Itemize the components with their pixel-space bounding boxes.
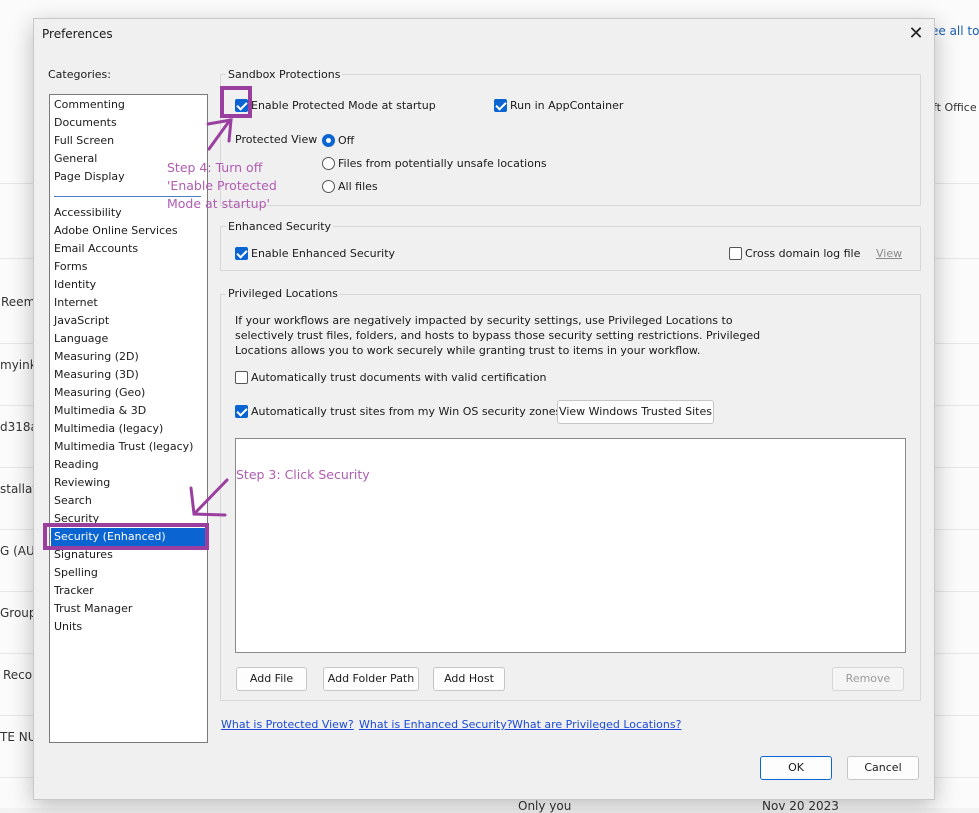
what-is-enhanced-security-link[interactable]: What is Enhanced Security? bbox=[359, 718, 513, 731]
category-item[interactable]: Accessibility bbox=[54, 204, 122, 222]
what-is-protected-view-link[interactable]: What is Protected View? bbox=[221, 718, 354, 731]
dialog-title: Preferences bbox=[42, 27, 113, 41]
ok-button[interactable]: OK bbox=[760, 756, 832, 780]
category-item[interactable]: Reviewing bbox=[54, 474, 110, 492]
enable-enhanced-security-label[interactable]: Enable Enhanced Security bbox=[251, 247, 395, 260]
step4-annotation-line: Step 4: Turn off bbox=[167, 160, 263, 175]
cross-domain-log-checkbox[interactable] bbox=[729, 247, 742, 260]
bg-text: Nov 20 2023 bbox=[762, 799, 839, 813]
bg-see-all-link[interactable]: ee all to bbox=[931, 24, 979, 38]
category-item[interactable]: Units bbox=[54, 618, 82, 636]
step4-annotation-line: 'Enable Protected bbox=[167, 178, 277, 193]
remove-button[interactable]: Remove bbox=[832, 667, 904, 691]
add-host-button[interactable]: Add Host bbox=[433, 667, 505, 691]
category-item[interactable]: Commenting bbox=[54, 96, 125, 114]
auto-trust-sites-label[interactable]: Automatically trust sites from my Win OS… bbox=[251, 405, 561, 418]
category-item[interactable]: Internet bbox=[54, 294, 98, 312]
step4-annotation-line: Mode at startup' bbox=[167, 196, 270, 211]
protected-view-off-radio[interactable] bbox=[322, 134, 335, 147]
auto-trust-cert-checkbox[interactable] bbox=[235, 371, 248, 384]
protected-view-off-label[interactable]: Off bbox=[338, 134, 354, 147]
category-item[interactable]: Trust Manager bbox=[54, 600, 132, 618]
category-item[interactable]: Page Display bbox=[54, 168, 125, 186]
category-item[interactable]: Adobe Online Services bbox=[54, 222, 178, 240]
bg-text: myink bbox=[0, 358, 37, 372]
protected-view-label: Protected View bbox=[235, 133, 318, 146]
enable-enhanced-security-checkbox[interactable] bbox=[235, 247, 248, 260]
what-are-privileged-locations-link[interactable]: What are Privileged Locations? bbox=[512, 718, 681, 731]
protected-view-all-radio[interactable] bbox=[322, 180, 335, 193]
category-item[interactable]: Multimedia (legacy) bbox=[54, 420, 163, 438]
privileged-locations-title: Privileged Locations bbox=[226, 287, 340, 300]
step3-highlight-box bbox=[43, 523, 209, 550]
preferences-dialog: Preferences ✕ Categories: Commenting Doc… bbox=[33, 18, 935, 800]
close-icon[interactable]: ✕ bbox=[904, 23, 928, 45]
protected-view-unsafe-radio[interactable] bbox=[322, 157, 335, 170]
add-file-button[interactable]: Add File bbox=[236, 667, 307, 691]
auto-trust-cert-label[interactable]: Automatically trust documents with valid… bbox=[251, 371, 547, 384]
view-log-link[interactable]: View bbox=[876, 247, 902, 260]
bg-text: stallat bbox=[0, 482, 38, 496]
category-item[interactable]: Identity bbox=[54, 276, 96, 294]
add-folder-path-button[interactable]: Add Folder Path bbox=[323, 667, 419, 691]
category-item[interactable]: Reading bbox=[54, 456, 99, 474]
cross-domain-log-label[interactable]: Cross domain log file bbox=[745, 247, 860, 260]
auto-trust-sites-checkbox[interactable] bbox=[235, 405, 248, 418]
category-item[interactable]: Documents bbox=[54, 114, 117, 132]
privileged-description-line: If your workflows are negatively impacte… bbox=[235, 314, 733, 327]
category-item[interactable]: General bbox=[54, 150, 97, 168]
category-item[interactable]: Spelling bbox=[54, 564, 98, 582]
protected-view-all-label[interactable]: All files bbox=[338, 180, 378, 193]
category-item[interactable]: Search bbox=[54, 492, 92, 510]
bg-text: Group bbox=[0, 606, 37, 620]
category-item[interactable]: Measuring (Geo) bbox=[54, 384, 145, 402]
category-item[interactable]: Multimedia & 3D bbox=[54, 402, 146, 420]
run-in-appcontainer-label[interactable]: Run in AppContainer bbox=[510, 99, 623, 112]
categories-label: Categories: bbox=[48, 68, 111, 81]
enhanced-security-title: Enhanced Security bbox=[226, 220, 334, 233]
category-item[interactable]: Multimedia Trust (legacy) bbox=[54, 438, 193, 456]
bg-text: Reco bbox=[3, 668, 33, 682]
category-item[interactable]: Language bbox=[54, 330, 108, 348]
privileged-description-line: selectively trust files, folders, and ho… bbox=[235, 329, 761, 342]
category-item[interactable]: Email Accounts bbox=[54, 240, 138, 258]
category-item[interactable]: Measuring (3D) bbox=[54, 366, 139, 384]
category-item[interactable]: Tracker bbox=[54, 582, 94, 600]
category-item[interactable]: Forms bbox=[54, 258, 87, 276]
category-item[interactable]: JavaScript bbox=[54, 312, 109, 330]
run-in-appcontainer-checkbox[interactable] bbox=[494, 99, 507, 112]
bg-text: G (AU bbox=[0, 544, 35, 558]
view-windows-trusted-sites-button[interactable]: View Windows Trusted Sites bbox=[557, 400, 714, 424]
cancel-button[interactable]: Cancel bbox=[847, 756, 919, 780]
step3-annotation: Step 3: Click Security bbox=[236, 467, 370, 482]
sandbox-protections-title: Sandbox Protections bbox=[226, 68, 343, 81]
protected-view-unsafe-label[interactable]: Files from potentially unsafe locations bbox=[338, 157, 547, 170]
bg-text: Only you bbox=[518, 799, 572, 813]
enable-protected-mode-label[interactable]: Enable Protected Mode at startup bbox=[251, 99, 436, 112]
step4-highlight-box bbox=[220, 86, 252, 118]
bg-text: Reem bbox=[1, 295, 36, 309]
privileged-description-line: Locations allows you to work securely wh… bbox=[235, 344, 701, 357]
bg-text: TE NU bbox=[0, 730, 37, 744]
bg-text: ft Office bbox=[933, 101, 977, 114]
category-item[interactable]: Measuring (2D) bbox=[54, 348, 139, 366]
category-item[interactable]: Full Screen bbox=[54, 132, 114, 150]
